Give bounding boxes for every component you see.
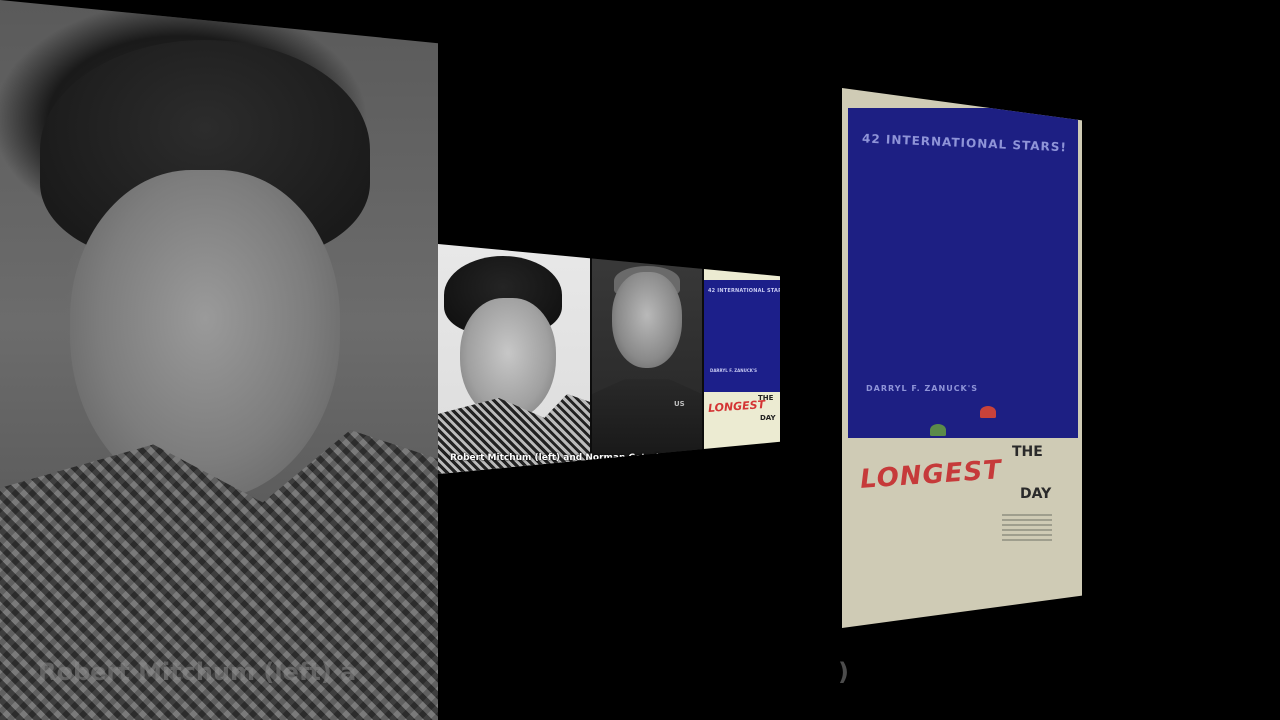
- parachute-icon: [930, 424, 946, 436]
- photo-robert-mitchum: [438, 244, 590, 474]
- center-composite: US 42 INTERNATIONAL STARS! DARRYL F. ZAN…: [438, 244, 780, 474]
- poster-fine-print: [1002, 514, 1052, 544]
- portrait-face: [70, 170, 340, 500]
- blurred-portrait-left: [0, 0, 438, 720]
- background-caption-right: ): [838, 658, 849, 686]
- poster-title-longest: LONGEST: [859, 455, 1003, 495]
- video-frame: 42 INTERNATIONAL STARS! DARRYL F. ZANUCK…: [0, 0, 1280, 720]
- poster-presenter: DARRYL F. ZANUCK'S: [866, 384, 978, 393]
- poster-title-longest: LONGEST: [707, 398, 766, 415]
- poster-blue-field: [704, 280, 780, 392]
- image-caption: Robert Mitchum (left) and Norman Cota (c…: [450, 453, 696, 463]
- mitchum-face: [460, 298, 556, 420]
- blurred-poster-right: 42 INTERNATIONAL STARS! DARRYL F. ZANUCK…: [842, 88, 1082, 628]
- poster-the-longest-day: 42 INTERNATIONAL STARS! DARRYL F. ZANUCK…: [704, 244, 780, 474]
- cota-uniform: [592, 379, 702, 474]
- poster-title-day: DAY: [1020, 486, 1052, 502]
- photo-norman-cota: US: [592, 244, 702, 474]
- poster-tagline: 42 INTERNATIONAL STARS!: [708, 288, 780, 294]
- poster-presenter: DARRYL F. ZANUCK'S: [710, 368, 757, 373]
- parachute-icon: [980, 406, 996, 418]
- poster-title-day: DAY: [760, 414, 776, 422]
- uniform-tag: US: [674, 400, 685, 408]
- background-caption-left: Robert Mitchum (left) a: [38, 658, 357, 686]
- cota-head: [612, 272, 682, 368]
- poster-title-the: THE: [1012, 444, 1043, 460]
